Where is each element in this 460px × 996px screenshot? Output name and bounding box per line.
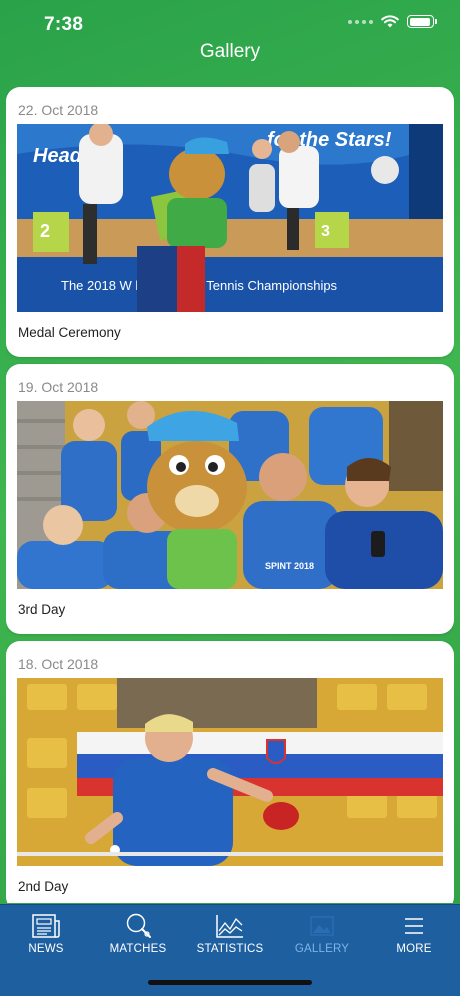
- gallery-card[interactable]: 18. Oct 2018 2nd Day: [6, 641, 454, 903]
- gallery-caption: 3rd Day: [18, 602, 66, 617]
- gallery-card[interactable]: 22. Oct 2018 Headin for the Stars! The 2…: [6, 87, 454, 357]
- gallery-photo[interactable]: Headin for the Stars! The 2018 W ld P a …: [17, 124, 443, 312]
- menu-icon: [405, 918, 423, 934]
- status-time: 7:38: [44, 14, 84, 35]
- wifi-icon: [381, 15, 399, 28]
- gallery-list[interactable]: 22. Oct 2018 Headin for the Stars! The 2…: [6, 87, 454, 903]
- image-icon: [310, 916, 334, 936]
- signal-icon: [348, 19, 373, 24]
- podium-3-label: 3: [321, 223, 330, 240]
- newspaper-icon: [32, 914, 60, 938]
- search-ball-icon: [126, 913, 151, 938]
- home-indicator[interactable]: [148, 980, 312, 985]
- tab-more[interactable]: MORE: [368, 905, 460, 965]
- gallery-photo[interactable]: SPINT 2018: [17, 401, 443, 589]
- gallery-photo[interactable]: [17, 678, 443, 866]
- tab-label: NEWS: [28, 943, 64, 955]
- tab-matches[interactable]: MATCHES: [92, 905, 184, 965]
- gallery-date: 22. Oct 2018: [18, 102, 99, 118]
- page-title: Gallery: [199, 41, 261, 62]
- chart-line-icon: [216, 915, 243, 938]
- tab-news[interactable]: NEWS: [0, 905, 92, 965]
- gallery-caption: Medal Ceremony: [18, 325, 121, 340]
- status-icons: [348, 15, 437, 28]
- gallery-caption: 2nd Day: [18, 879, 69, 894]
- tab-gallery[interactable]: GALLERY: [276, 905, 368, 965]
- tab-label: STATISTICS: [196, 943, 264, 955]
- tab-label: GALLERY: [294, 943, 350, 955]
- gallery-date: 18. Oct 2018: [18, 656, 99, 672]
- gallery-card[interactable]: 19. Oct 2018 SPINT 2018 3rd Day: [6, 364, 454, 634]
- tab-label: MORE: [396, 943, 432, 955]
- tab-label: MATCHES: [109, 943, 167, 955]
- gallery-date: 19. Oct 2018: [18, 379, 99, 395]
- shirt-logo-text: SPINT 2018: [265, 561, 314, 571]
- podium-2-label: 2: [40, 221, 50, 241]
- battery-icon: [407, 15, 437, 28]
- status-bar: 7:38: [0, 0, 460, 46]
- tab-statistics[interactable]: STATISTICS: [184, 905, 276, 965]
